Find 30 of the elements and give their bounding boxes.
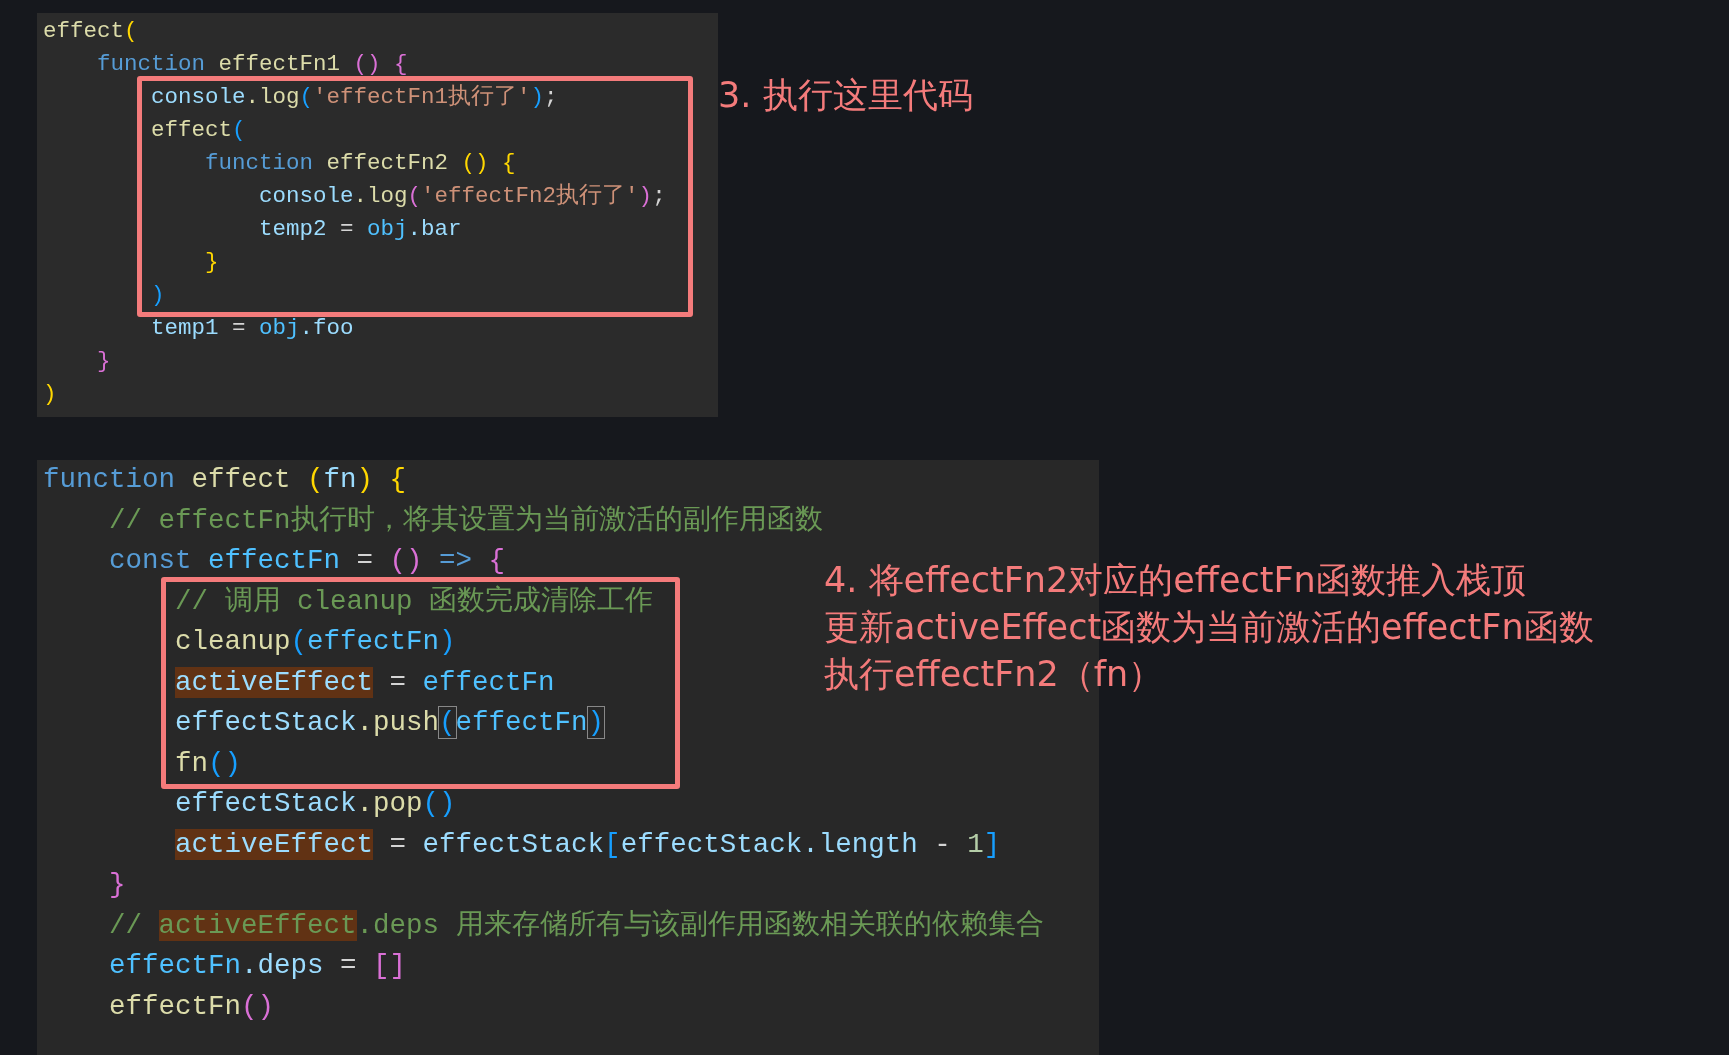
code-line: function effect (fn) {	[43, 463, 407, 497]
code-line: temp1 = obj.foo	[151, 314, 354, 343]
code-line: effect(	[43, 17, 138, 46]
code-line: }	[109, 868, 126, 902]
code-line: effectFn()	[109, 989, 275, 1024]
code-line: }	[205, 248, 219, 277]
code-line: // 调用 cleanup 函数完成清除工作	[175, 584, 654, 619]
code-line: }	[97, 347, 111, 376]
code-line: fn()	[175, 746, 242, 781]
code-line: effectStack.push(effectFn)	[175, 706, 605, 740]
code-line: function effectFn1 () {	[97, 50, 408, 79]
code-line: cleanup(effectFn)	[175, 625, 456, 659]
code-line: activeEffect = effectFn	[175, 665, 555, 700]
code-line: )	[43, 380, 57, 409]
code-line: // effectFn执行时，将其设置为当前激活的副作用函数	[109, 503, 823, 538]
code-line: // activeEffect.deps 用来存储所有与该副作用函数相关联的依赖集合	[109, 908, 1044, 943]
code-line: effect(	[151, 116, 246, 145]
code-line: effectStack.pop()	[175, 787, 456, 821]
code-line: const effectFn = () => {	[109, 544, 506, 578]
code-line: console.log('effectFn1执行了');	[151, 83, 558, 112]
annotation-text: 4. 将effectFn2对应的effectFn函数推入栈顶	[824, 559, 1527, 602]
code-line: activeEffect = effectStack[effectStack.length - 1]	[175, 827, 1001, 862]
annotation-text: 3. 执行这里代码	[718, 74, 973, 117]
code-line: effectFn.deps = []	[109, 949, 407, 983]
annotation-text: 更新activeEffect函数为当前激活的effectFn函数	[824, 606, 1594, 649]
code-line: )	[151, 281, 165, 310]
code-line: console.log('effectFn2执行了');	[259, 182, 666, 211]
code-line: temp2 = obj.bar	[259, 215, 462, 244]
code-line: function effectFn2 () {	[205, 149, 516, 178]
annotation-text: 执行effectFn2（fn）	[824, 653, 1165, 696]
